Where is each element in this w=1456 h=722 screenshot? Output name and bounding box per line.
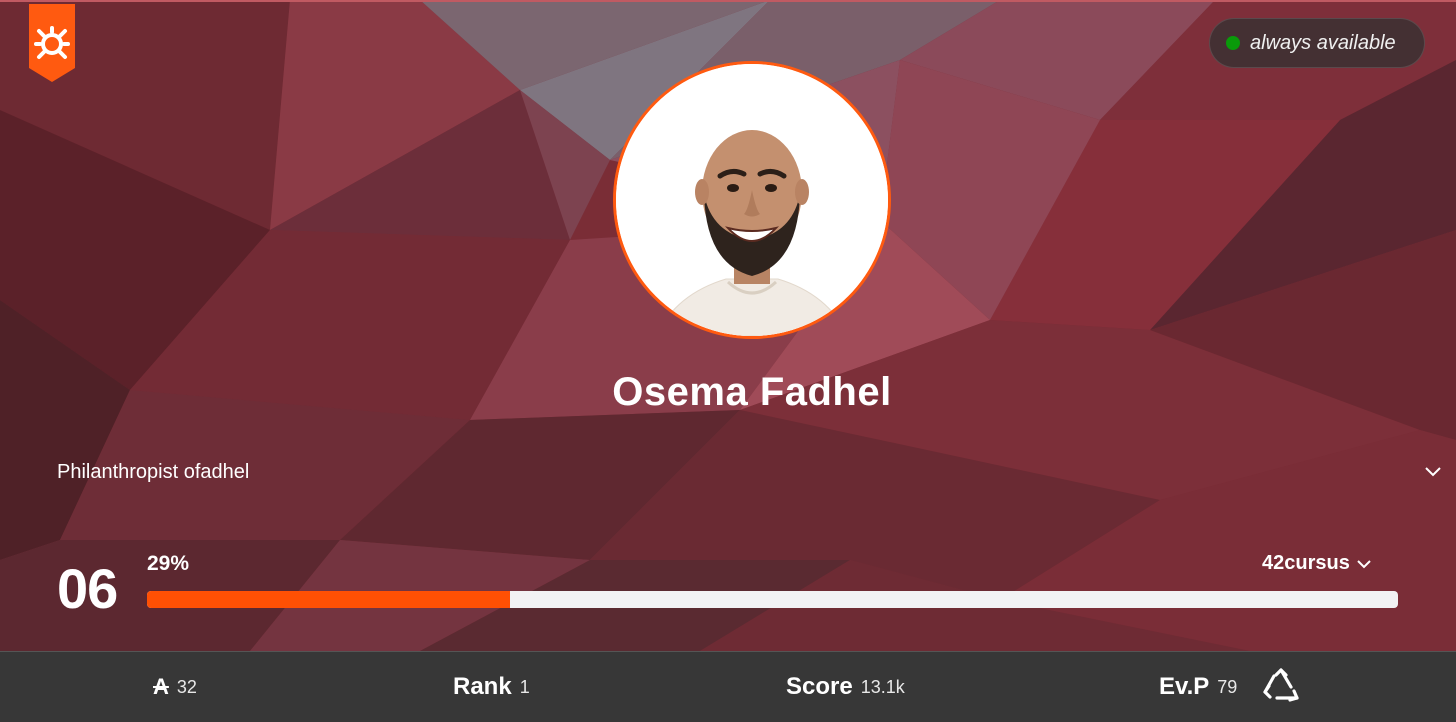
coalition-badge-icon[interactable] (29, 4, 75, 82)
cursus-selector[interactable]: 42cursus (1262, 552, 1372, 575)
status-dot (1226, 36, 1240, 50)
score-stat: Score 13.1k (786, 652, 905, 722)
chevron-down-icon (1357, 559, 1371, 568)
rank-stat: Rank 1 (453, 652, 530, 722)
level-progress-bar (147, 591, 1398, 608)
evp-label: Ev.P (1159, 673, 1210, 700)
score-value: 13.1k (860, 676, 905, 697)
profile-title: Philanthropist ofadhel (57, 461, 250, 483)
user-photo (616, 64, 888, 336)
rank-label: Rank (453, 673, 512, 700)
top-accent-line (0, 0, 1456, 2)
level-number: 06 (57, 557, 118, 620)
profile-name: Osema Fadhel (612, 370, 892, 414)
profile-card: always available Osema Fadhel Philanthro… (0, 0, 1456, 722)
cursus-label: 42cursus (1262, 552, 1350, 574)
availability-text: always available (1250, 31, 1396, 54)
rank-value: 1 (519, 676, 530, 697)
avatar[interactable] (613, 61, 891, 339)
availability-pill: always available (1209, 18, 1425, 68)
wallet-icon: A (153, 674, 169, 699)
evp-value: 79 (1217, 676, 1238, 697)
wallet-value: 32 (176, 676, 197, 697)
recycle-icon[interactable] (1261, 667, 1301, 707)
stats-bar: A 32 Rank 1 Score 13.1k Ev.P 79 (0, 651, 1456, 722)
wallet-stat: A 32 (153, 652, 197, 722)
chevron-down-icon[interactable] (1424, 464, 1442, 478)
score-label: Score (786, 673, 853, 700)
evaluation-points-stat: Ev.P 79 (1159, 652, 1301, 722)
profile-hero: always available Osema Fadhel Philanthro… (0, 0, 1456, 651)
level-progress-fill (147, 591, 510, 608)
level-percent: 29% (147, 552, 190, 575)
